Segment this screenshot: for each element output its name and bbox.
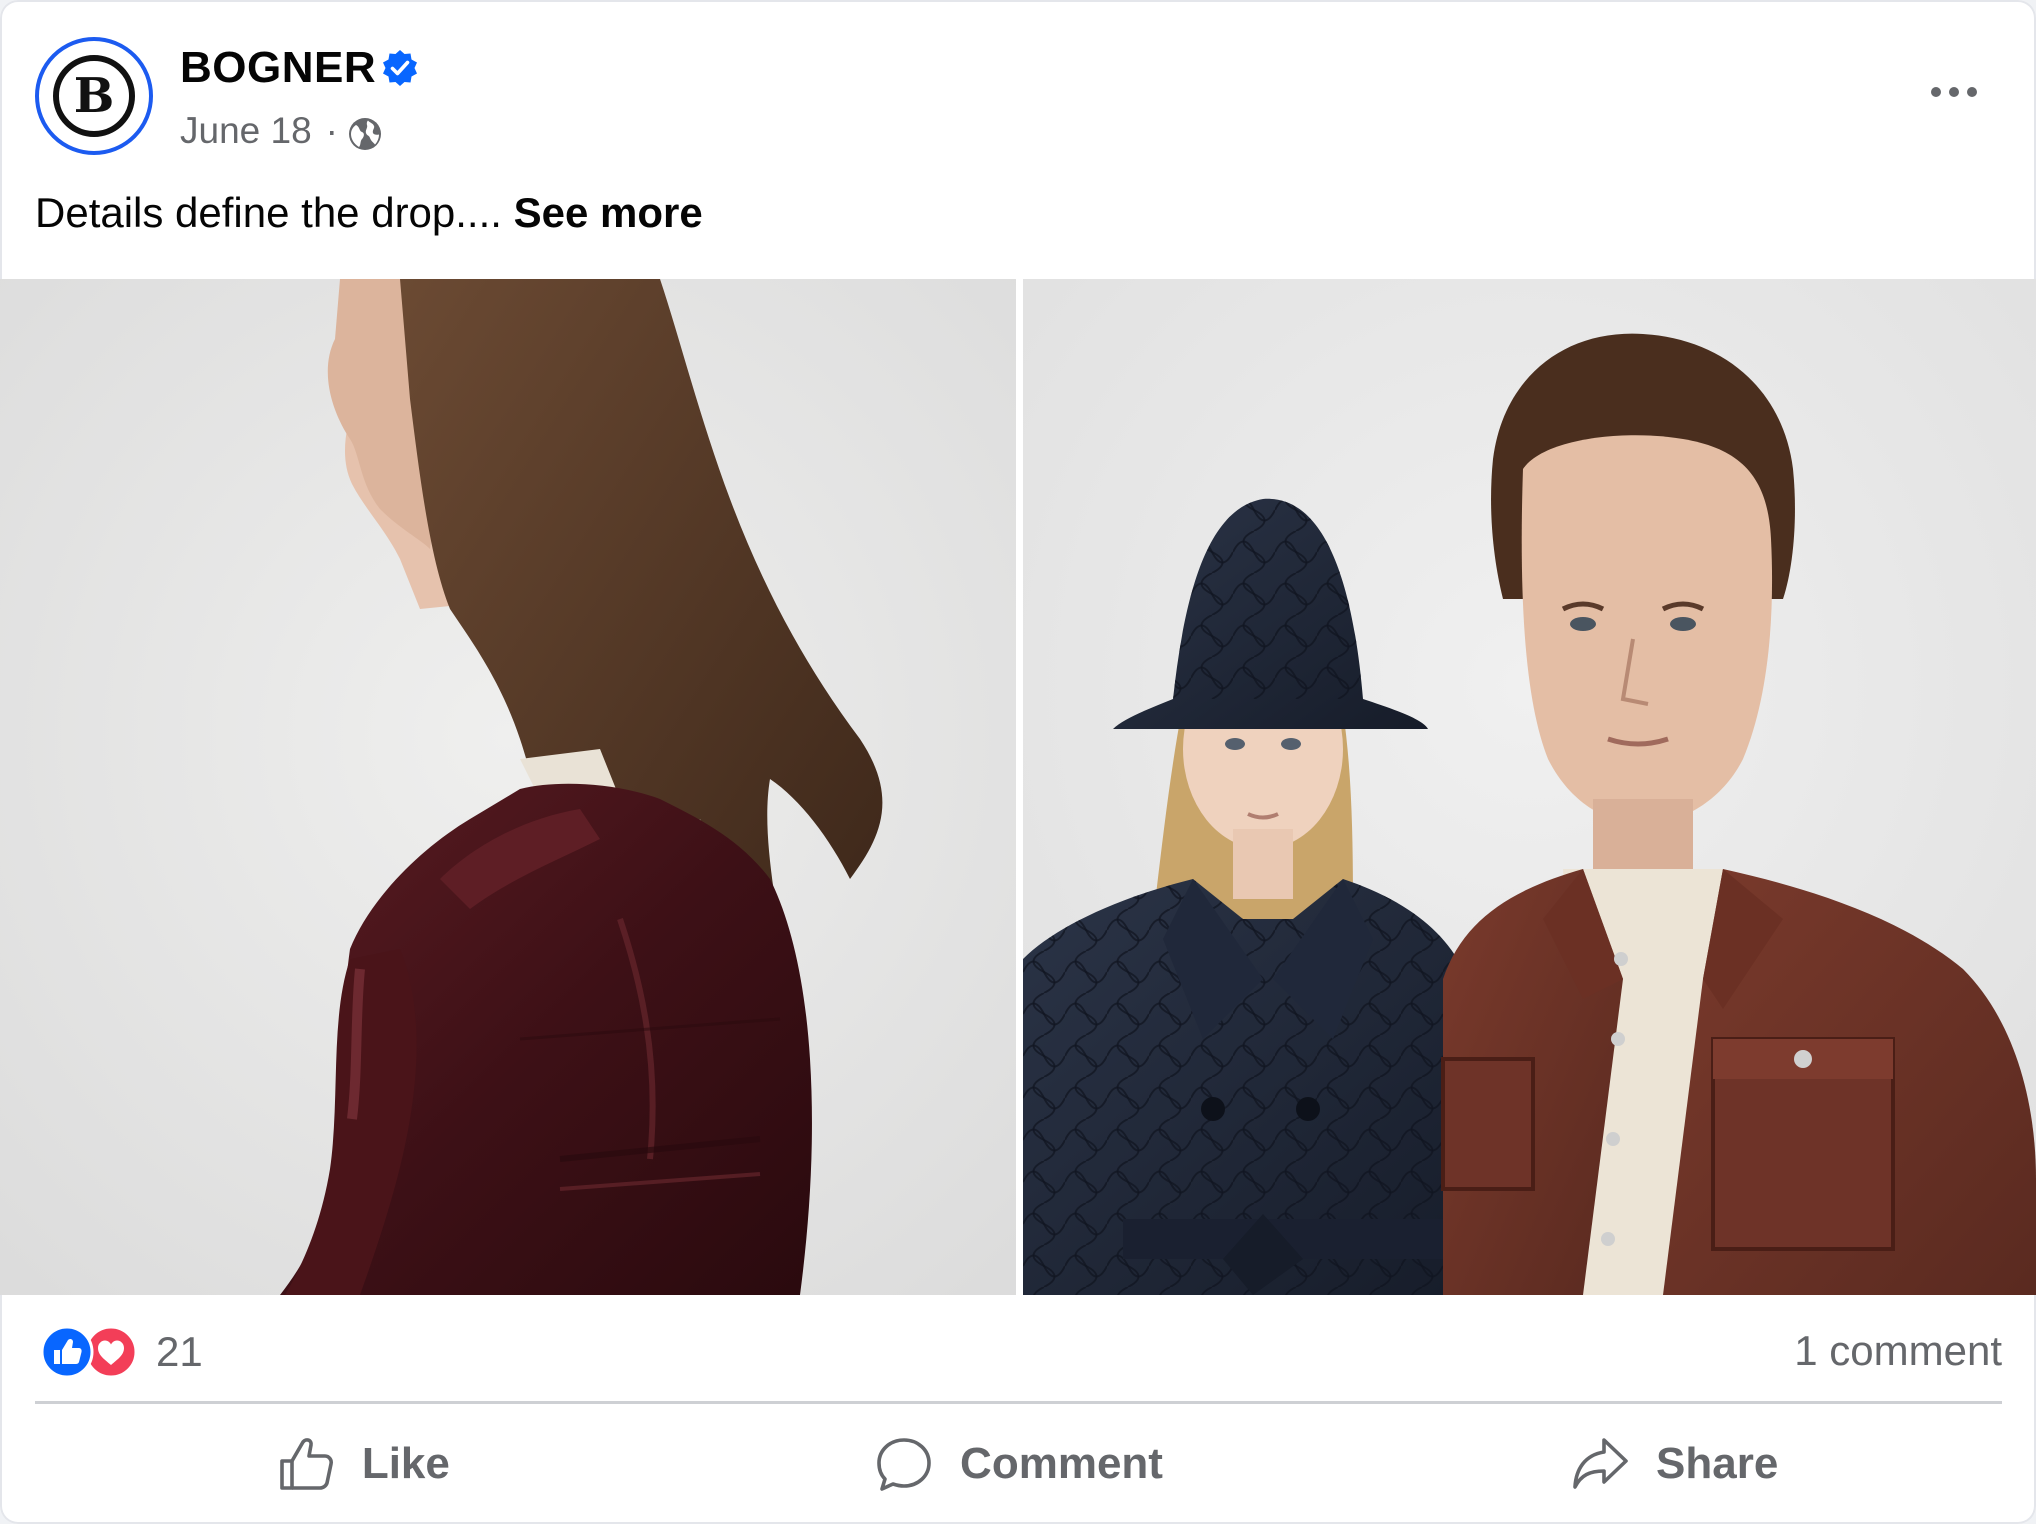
reactions-summary[interactable]: 21 (40, 1322, 203, 1382)
globe-icon (349, 118, 381, 150)
post-caption: Details define the drop.... (35, 189, 514, 236)
post-meta: June 18 · (180, 106, 384, 156)
share-label: Share (1656, 1439, 1779, 1488)
post-text: Details define the drop.... See more (35, 185, 703, 241)
meta-separator: · (325, 110, 338, 151)
photo-woman-leather-jacket[interactable] (0, 279, 1016, 1295)
like-label: Like (361, 1439, 450, 1488)
post-date[interactable]: June 18 (180, 106, 312, 156)
bogner-logo: B (53, 55, 135, 137)
post-action-bar: Like Comment Share (35, 1412, 2002, 1516)
like-reaction-icon (40, 1325, 94, 1379)
share-icon (1573, 1438, 1628, 1489)
see-more-link[interactable]: See more (514, 189, 703, 236)
engagement-divider (35, 1401, 2002, 1404)
verified-badge-icon (383, 50, 417, 86)
like-icon (280, 1438, 333, 1490)
more-options-icon[interactable] (1924, 72, 1984, 112)
comment-count-link[interactable]: 1 comment (1794, 1325, 2002, 1377)
comment-label: Comment (960, 1439, 1163, 1488)
share-button[interactable]: Share (1346, 1412, 2002, 1516)
like-button[interactable]: Like (35, 1412, 691, 1516)
facebook-post: B BOGNER June 18 · Details define the dr… (0, 0, 2036, 1524)
comment-button[interactable]: Comment (691, 1412, 1347, 1516)
photo-divider (1016, 279, 1023, 1295)
page-avatar[interactable]: B (35, 37, 153, 155)
photo-couple-quilted-coat-and-shirt-jacket[interactable] (1023, 279, 2036, 1295)
reaction-count: 21 (156, 1328, 203, 1375)
comment-icon (877, 1438, 931, 1491)
page-name[interactable]: BOGNER (180, 42, 376, 94)
